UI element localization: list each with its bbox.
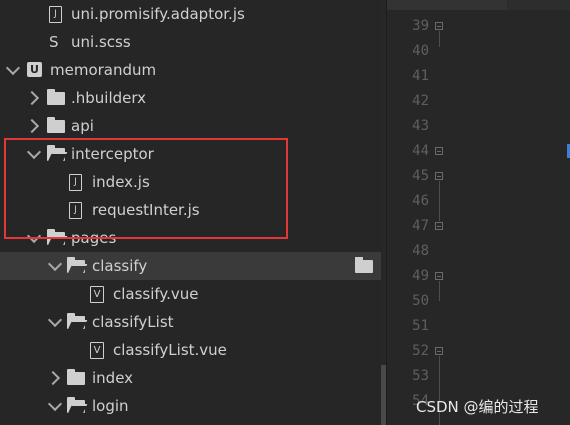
tree-item-label: classify bbox=[92, 257, 148, 275]
folder-icon bbox=[47, 89, 65, 105]
uni-project-icon: U bbox=[27, 62, 42, 77]
fold-toggle-icon[interactable] bbox=[435, 147, 443, 155]
tree-item-label: login bbox=[92, 397, 129, 415]
tree-item-index[interactable]: index bbox=[0, 364, 381, 392]
fold-toggle-icon[interactable] bbox=[435, 347, 443, 355]
line-number: 41 bbox=[412, 68, 429, 84]
fold-toggle-icon[interactable] bbox=[435, 222, 443, 230]
editor-tab[interactable] bbox=[387, 0, 507, 10]
js-file-icon: J bbox=[69, 174, 82, 191]
project-explorer: J uni.promisify.adaptor.js S uni.scss U … bbox=[0, 0, 381, 425]
chevron-right-icon[interactable] bbox=[24, 118, 40, 134]
fold-guide bbox=[439, 281, 440, 301]
tree-item-label: index.js bbox=[92, 173, 150, 191]
chevron-down-icon[interactable] bbox=[47, 312, 63, 328]
fold-guide bbox=[439, 181, 440, 221]
tree-item-classifylist-vue[interactable]: V classifyList.vue bbox=[0, 336, 381, 364]
tree-item-requestinter-js[interactable]: J requestInter.js bbox=[0, 196, 381, 224]
tree-item-uni-promisify-adaptor-js[interactable]: J uni.promisify.adaptor.js bbox=[0, 0, 381, 28]
js-file-icon: J bbox=[49, 6, 62, 23]
tree-item-label: classify.vue bbox=[113, 285, 199, 303]
tree-item-classify-vue[interactable]: V classify.vue bbox=[0, 280, 381, 308]
vue-file-icon: V bbox=[90, 286, 104, 303]
folder-open-icon bbox=[67, 397, 85, 413]
tree-item-label: uni.scss bbox=[71, 33, 131, 51]
chevron-down-icon[interactable] bbox=[5, 60, 21, 76]
chevron-down-icon[interactable] bbox=[26, 228, 42, 244]
chevron-right-icon[interactable] bbox=[24, 90, 40, 106]
chevron-right-icon[interactable] bbox=[45, 370, 61, 386]
line-number: 52 bbox=[412, 343, 429, 359]
tree-item-label: classifyList.vue bbox=[113, 341, 227, 359]
fold-toggle-icon[interactable] bbox=[435, 22, 443, 30]
tree-item-label: pages bbox=[71, 229, 117, 247]
tree-item-label: memorandum bbox=[50, 61, 157, 79]
tree-item-uni-scss[interactable]: S uni.scss bbox=[0, 28, 381, 56]
csdn-watermark: CSDN @编的过程 bbox=[416, 398, 539, 416]
line-number: 40 bbox=[412, 43, 429, 59]
tree-item-interceptor[interactable]: interceptor bbox=[0, 140, 381, 168]
line-number: 49 bbox=[412, 268, 429, 284]
line-number: 45 bbox=[412, 168, 429, 184]
folder-icon bbox=[67, 369, 85, 385]
line-number: 39 bbox=[412, 18, 429, 34]
folder-open-icon bbox=[67, 313, 85, 329]
tree-item-label: api bbox=[71, 117, 94, 135]
tree-item-label: .hbuilderx bbox=[71, 89, 147, 107]
fold-guide bbox=[439, 31, 440, 47]
fold-toggle-icon[interactable] bbox=[435, 172, 443, 180]
line-number: 46 bbox=[412, 193, 429, 209]
tree-item-classifylist[interactable]: classifyList bbox=[0, 308, 381, 336]
js-file-icon: J bbox=[69, 202, 82, 219]
line-number: 53 bbox=[412, 368, 429, 384]
tree-item-label: index bbox=[92, 369, 134, 387]
tree-item-memorandum[interactable]: U memorandum bbox=[0, 56, 381, 84]
folder-icon bbox=[47, 117, 65, 133]
scss-file-icon: S bbox=[49, 33, 59, 51]
tree-item-label: uni.promisify.adaptor.js bbox=[71, 5, 245, 23]
folder-open-icon bbox=[47, 145, 65, 161]
chevron-down-icon[interactable] bbox=[47, 396, 63, 412]
tree-item-classify[interactable]: classify bbox=[0, 252, 381, 280]
tree-item-index-js[interactable]: J index.js bbox=[0, 168, 381, 196]
line-number: 44 bbox=[412, 143, 429, 159]
tree-item-hbuilderx[interactable]: .hbuilderx bbox=[0, 84, 381, 112]
vue-file-icon: V bbox=[90, 342, 104, 359]
line-number: 47 bbox=[412, 218, 429, 234]
line-number: 50 bbox=[412, 293, 429, 309]
editor-tab-bar bbox=[387, 0, 570, 10]
tree-item-label: interceptor bbox=[71, 145, 154, 163]
tree-item-label: requestInter.js bbox=[92, 201, 200, 219]
tree-item-login[interactable]: login bbox=[0, 392, 381, 420]
chevron-down-icon[interactable] bbox=[26, 144, 42, 160]
open-folder-icon[interactable] bbox=[355, 257, 373, 273]
tree-item-pages[interactable]: pages bbox=[0, 224, 381, 252]
chevron-down-icon[interactable] bbox=[47, 256, 63, 272]
tree-item-api[interactable]: api bbox=[0, 112, 381, 140]
line-number: 48 bbox=[412, 243, 429, 259]
fold-toggle-icon[interactable] bbox=[435, 272, 443, 280]
code-editor[interactable]: 39 40 41 42 43 44 45 46 47 48 49 50 51 5… bbox=[386, 0, 570, 425]
ide-window: J uni.promisify.adaptor.js S uni.scss U … bbox=[0, 0, 570, 425]
tree-item-label: classifyList bbox=[92, 313, 174, 331]
line-number: 43 bbox=[412, 118, 429, 134]
line-number: 51 bbox=[412, 318, 429, 334]
folder-open-icon bbox=[67, 257, 85, 273]
line-number: 42 bbox=[412, 93, 429, 109]
folder-open-icon bbox=[47, 229, 65, 245]
